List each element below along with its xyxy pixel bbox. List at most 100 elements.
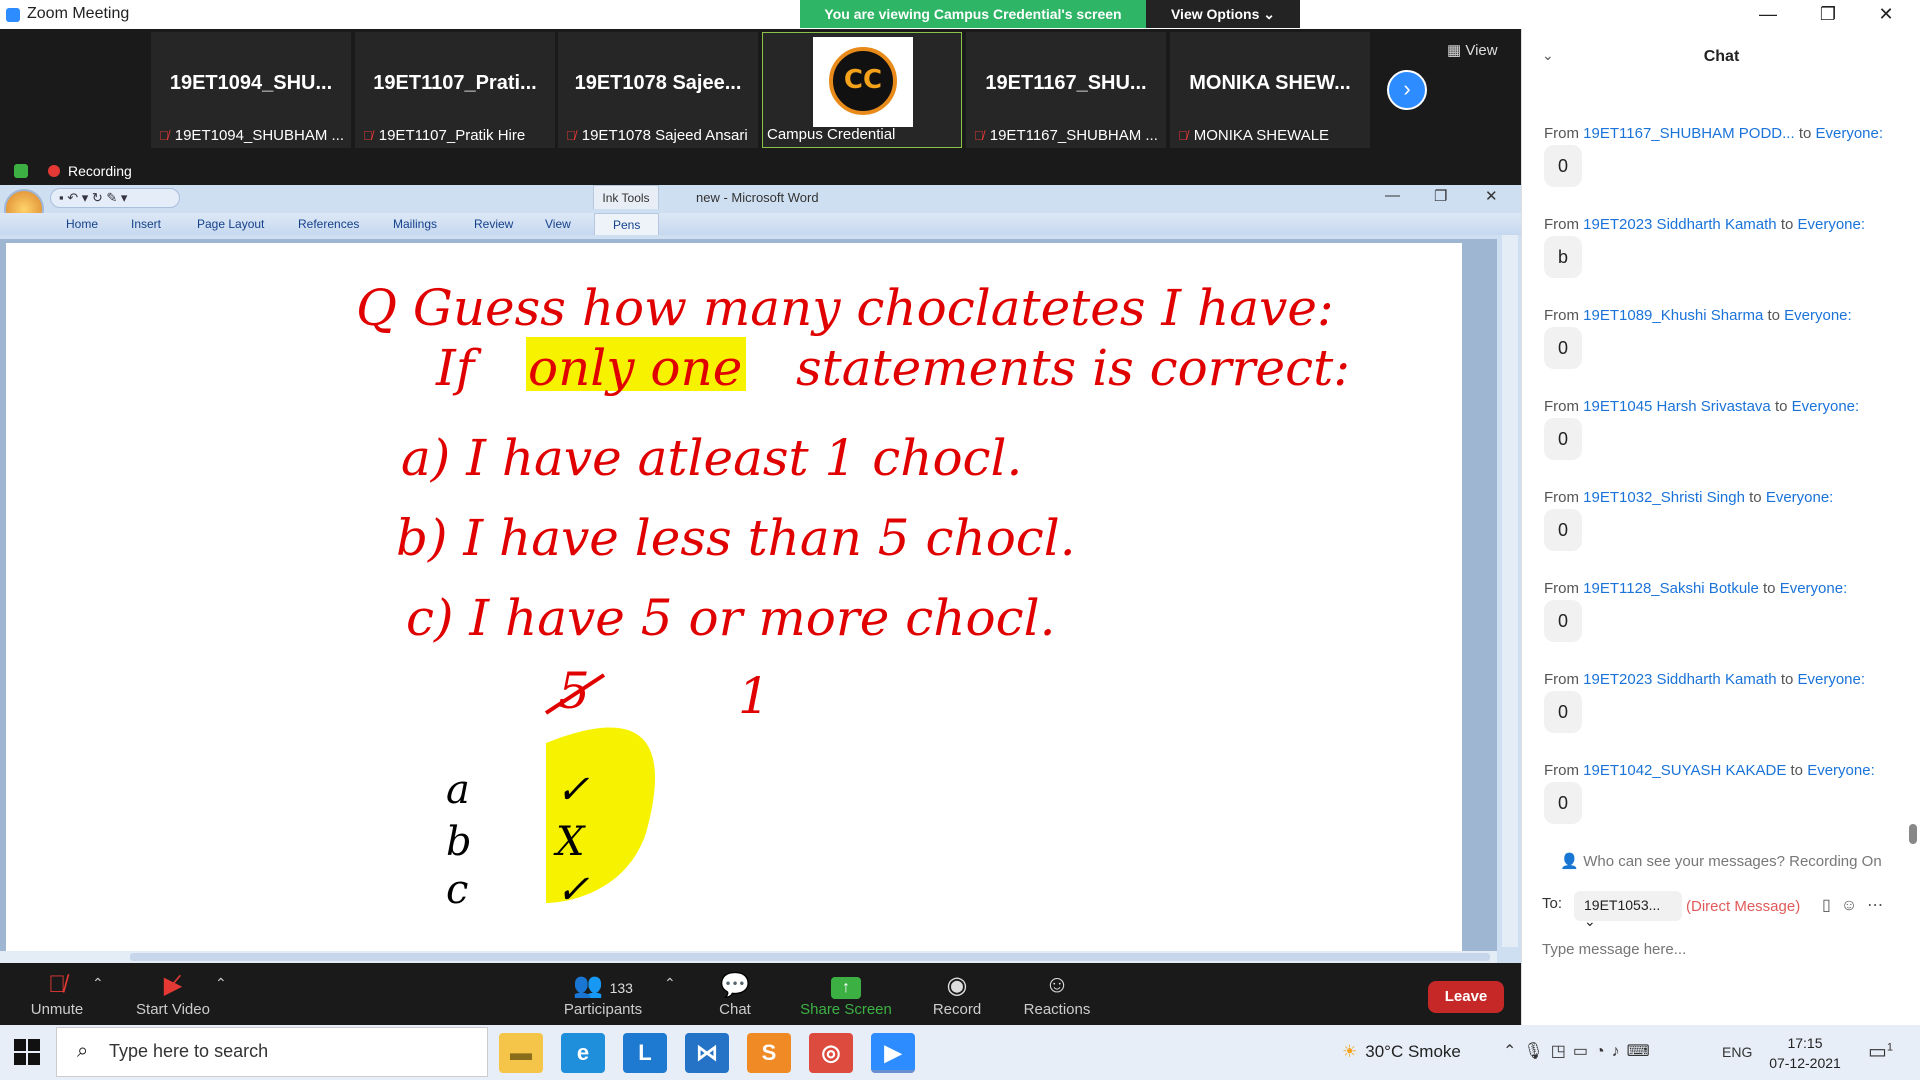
struck-guess: 5 xyxy=(558,662,590,720)
participant-tile[interactable]: 19ET1078 Sajee... 🎙̸ 19ET1078 Sajeed Ansa… xyxy=(558,32,758,148)
participant-name: 🎙̸ 19ET1078 Sajeed Ansari xyxy=(566,127,748,144)
taskbar-clock[interactable]: 17:15 07-12-2021 xyxy=(1765,1033,1845,1073)
ribbon-tab-pens: Pens xyxy=(594,213,660,235)
participant-tile[interactable]: 19ET1167_SHU... 🎙̸ 19ET1167_SHUBHAM ... xyxy=(966,32,1166,148)
file-icon[interactable]: ▯ xyxy=(1822,897,1841,914)
edge-browser-icon[interactable]: e xyxy=(561,1033,605,1073)
system-tray[interactable]: ⌃🎙◳▭◔♪⌨ xyxy=(1503,1041,1657,1061)
taskbar-search-box[interactable]: ⌕ Type here to search xyxy=(56,1027,488,1077)
windows-start-icon[interactable] xyxy=(14,1039,40,1065)
next-page-arrow-icon[interactable]: › xyxy=(1387,70,1427,110)
maximize-button[interactable]: ❐ xyxy=(1802,2,1854,26)
message-sender[interactable]: 19ET1089_Khushi Sharma xyxy=(1583,307,1763,324)
notification-center-icon[interactable]: ▭1 xyxy=(1868,1039,1896,1065)
ribbon-tab-review: Review xyxy=(474,217,514,231)
participant-display-name: 19ET1167_SHU... xyxy=(985,72,1147,94)
message-sender[interactable]: 19ET2023 Siddharth Kamath xyxy=(1583,216,1776,233)
message-recipient[interactable]: Everyone: xyxy=(1816,125,1884,142)
message-sender[interactable]: 19ET1032_Shristi Singh xyxy=(1583,489,1745,506)
row-label-b: b xyxy=(446,819,472,865)
battery-icon: ▭ xyxy=(1572,1043,1595,1060)
participant-name: 🎙̸ MONIKA SHEWALE xyxy=(1178,127,1330,144)
word-restore-icon: ❐ xyxy=(1434,188,1448,205)
statement-a: a) I have atleast 1 chocl. xyxy=(401,429,1022,487)
launcher-l-icon[interactable]: L xyxy=(623,1033,667,1073)
answer-value: 1 xyxy=(738,667,770,725)
row-mark-a: ✓ xyxy=(556,767,590,813)
chat-message-header: From 19ET1042_SUYASH KAKADE to Everyone: xyxy=(1544,762,1875,779)
viewing-screen-label: You are viewing Campus Credential's scre… xyxy=(800,0,1146,28)
chat-panel: ⌄ Chat From 19ET1167_SHUBHAM PODD... to … xyxy=(1521,29,1920,1025)
message-sender[interactable]: 19ET1167_SHUBHAM PODD... xyxy=(1583,125,1794,142)
sublime-text-icon[interactable]: S xyxy=(747,1033,791,1073)
condition-line-prefix: If xyxy=(435,339,482,397)
chat-message-input[interactable] xyxy=(1542,933,1902,965)
participant-tile[interactable]: MONIKA SHEW... 🎙̸ MONIKA SHEWALE xyxy=(1170,32,1370,148)
message-sender[interactable]: 19ET1045 Harsh Srivastava xyxy=(1583,398,1771,415)
participant-display-name: 19ET1107_Prati... xyxy=(373,72,537,94)
muted-mic-icon: 🎙̸ xyxy=(159,128,169,143)
recipient-select[interactable]: 19ET1053... ⌄ xyxy=(1574,891,1682,929)
chat-scrollbar[interactable] xyxy=(1909,824,1917,844)
emoji-icon[interactable]: ☺ xyxy=(1841,897,1867,914)
message-recipient[interactable]: Everyone: xyxy=(1766,489,1834,506)
speaker-icon: ♪ xyxy=(1611,1043,1627,1060)
encryption-shield-icon xyxy=(14,164,28,178)
share-banner: You are viewing Campus Credential's scre… xyxy=(800,0,1300,28)
chat-title: Chat xyxy=(1703,48,1740,65)
chat-button[interactable]: 💬 Chat xyxy=(680,971,790,1018)
word-close-icon: ✕ xyxy=(1485,188,1498,205)
message-recipient[interactable]: Everyone: xyxy=(1798,671,1866,688)
participant-name: 🎙̸ 19ET1167_SHUBHAM ... xyxy=(974,127,1158,144)
chat-message-bubble: 0 xyxy=(1544,691,1582,733)
more-icon[interactable]: ⋯ xyxy=(1867,897,1893,914)
ribbon-tab-page-layout: Page Layout xyxy=(197,217,265,231)
condition-line-highlight: only one xyxy=(528,339,742,397)
ribbon-tab-insert: Insert xyxy=(131,217,162,231)
chat-header: ⌄ Chat xyxy=(1522,29,1920,85)
input-language[interactable]: ENG xyxy=(1722,1044,1752,1060)
chat-message-header: From 19ET1045 Harsh Srivastava to Everyo… xyxy=(1544,398,1860,415)
participant-tile[interactable]: 19ET1094_SHU... 🎙̸ 19ET1094_SHUBHAM ... xyxy=(151,32,351,148)
participant-name: 🎙̸ 19ET1094_SHUBHAM ... xyxy=(159,127,344,144)
participant-tile-active-speaker[interactable]: CC Campus Credential xyxy=(762,32,962,148)
file-explorer-icon[interactable]: ▬ xyxy=(499,1033,543,1073)
message-recipient[interactable]: Everyone: xyxy=(1792,398,1860,415)
audio-options-caret-icon[interactable]: ⌃ xyxy=(92,975,104,992)
share-screen-button[interactable]: ↑ Share Screen xyxy=(791,971,901,1018)
statement-c: c) I have 5 or more chocl. xyxy=(406,589,1056,647)
document-area: Q Guess how many choclatetes I have: If … xyxy=(0,239,1497,951)
weather-widget[interactable]: ☀ 30°C Smoke xyxy=(1342,1042,1461,1062)
message-recipient[interactable]: Everyone: xyxy=(1780,580,1848,597)
row-label-a: a xyxy=(446,767,470,813)
handwriting-canvas: Q Guess how many choclatetes I have: If … xyxy=(356,279,1350,913)
video-options-caret-icon[interactable]: ⌃ xyxy=(215,975,227,992)
message-recipient[interactable]: Everyone: xyxy=(1784,307,1852,324)
participant-tile[interactable]: 19ET1107_Prati... 🎙̸ 19ET1107_Pratik Hire xyxy=(355,32,555,148)
minimize-button[interactable]: — xyxy=(1742,2,1794,26)
view-options-button[interactable]: View Options ⌄ xyxy=(1146,0,1300,28)
vscode-icon[interactable]: ⋈ xyxy=(685,1033,729,1073)
message-recipient[interactable]: Everyone: xyxy=(1798,216,1866,233)
record-button[interactable]: ◉ Record xyxy=(902,971,1012,1018)
muted-mic-icon: 🎙̸ xyxy=(363,128,373,143)
reactions-button[interactable]: ☺ Reactions xyxy=(1002,971,1112,1018)
privacy-notice[interactable]: 👤 Who can see your messages? Recording O… xyxy=(1522,852,1920,870)
message-sender[interactable]: 19ET1128_Sakshi Botkule xyxy=(1583,580,1759,597)
statement-b: b) I have less than 5 chocl. xyxy=(396,509,1076,567)
message-sender[interactable]: 19ET2023 Siddharth Kamath xyxy=(1583,671,1776,688)
participants-caret-icon[interactable]: ⌃ xyxy=(664,975,676,992)
message-sender[interactable]: 19ET1042_SUYASH KAKADE xyxy=(1583,762,1786,779)
zoom-taskbar-icon[interactable]: ▶ xyxy=(871,1033,915,1073)
start-video-button[interactable]: ▶̸ Start Video xyxy=(118,971,228,1018)
muted-mic-icon: 🎙̸ xyxy=(1178,128,1188,143)
close-button[interactable]: ✕ xyxy=(1860,2,1912,26)
leave-button[interactable]: Leave xyxy=(1428,981,1504,1013)
message-recipient[interactable]: Everyone: xyxy=(1807,762,1875,779)
view-layout-button[interactable]: ▦ View xyxy=(1447,41,1498,59)
participant-display-name: MONIKA SHEW... xyxy=(1189,72,1351,94)
chrome-icon[interactable]: ◎ xyxy=(809,1033,853,1073)
participants-button[interactable]: 👥 133 Participants xyxy=(548,971,658,1018)
clock-time: 17:15 xyxy=(1787,1035,1823,1051)
ribbon-tab-mailings: Mailings xyxy=(393,217,438,231)
